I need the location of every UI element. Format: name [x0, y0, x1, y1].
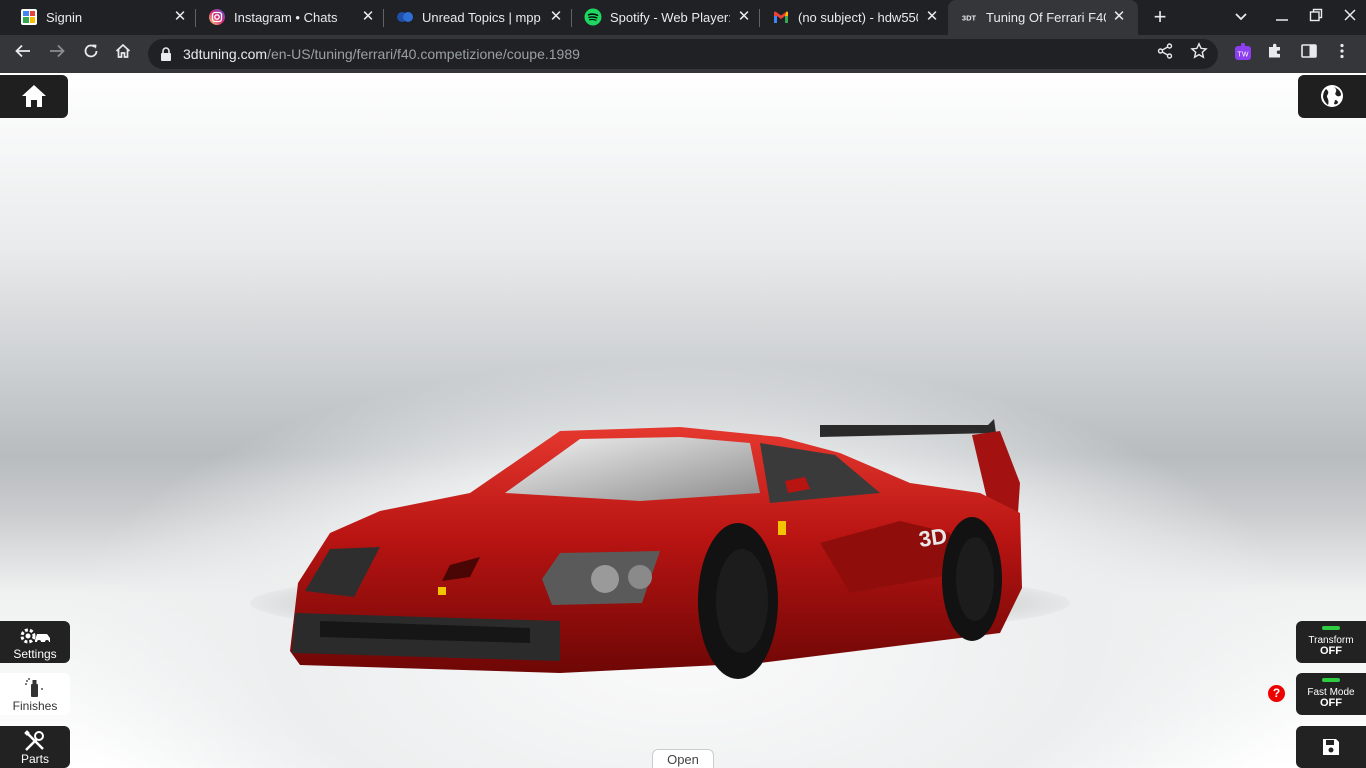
tuning-viewport[interactable]: 3D Settings Finishes Parts Transform OFF… [0, 73, 1366, 768]
new-tab-icon[interactable]: + [1148, 6, 1172, 28]
minimize-icon[interactable] [1270, 6, 1294, 28]
spray-paint-icon [25, 678, 43, 697]
help-badge[interactable]: ? [1268, 685, 1285, 702]
close-tab-icon[interactable]: ✕ [923, 8, 941, 26]
forward-arrow-icon[interactable] [45, 42, 69, 66]
tab-title: Tuning Of Ferrari F40 [986, 10, 1106, 25]
more-menu-icon[interactable] [1330, 42, 1354, 66]
home-icon [22, 85, 46, 107]
close-window-icon[interactable] [1338, 6, 1362, 28]
ferrari-f40-car-model[interactable]: 3D [260, 343, 1040, 703]
tab-instagram[interactable]: Instagram • Chats ✕ [196, 0, 384, 35]
home-button[interactable] [0, 75, 68, 118]
bb-forum-icon [397, 12, 413, 22]
tab-strip: Signin ✕ Instagram • Chats ✕ Unread Topi… [0, 0, 1366, 35]
tab-gmail[interactable]: (no subject) - hdw550 ✕ [760, 0, 948, 35]
open-panel-button[interactable]: Open [652, 749, 714, 768]
close-tab-icon[interactable]: ✕ [359, 8, 377, 26]
3dtuning-icon: 3DT [962, 14, 977, 23]
parts-button[interactable]: Parts [0, 726, 70, 768]
tab-unread-topics[interactable]: Unread Topics | mpp. ✕ [384, 0, 572, 35]
globe-icon [1321, 85, 1343, 107]
url-path: /en-US/tuning/ferrari/f40.competizione/c… [267, 46, 580, 62]
extensions-puzzle-icon[interactable] [1263, 42, 1287, 66]
share-icon[interactable] [1153, 42, 1177, 66]
transform-state: OFF [1320, 645, 1342, 657]
spotify-icon [584, 8, 602, 26]
close-tab-icon[interactable]: ✕ [547, 8, 565, 26]
home-icon[interactable] [111, 42, 135, 66]
instagram-icon [209, 9, 225, 25]
finishes-button[interactable]: Finishes [0, 673, 70, 715]
photos-icon [21, 9, 37, 25]
tab-3dtuning-active[interactable]: 3DT Tuning Of Ferrari F40 ✕ [948, 0, 1138, 35]
fast-mode-state: OFF [1320, 697, 1342, 709]
back-arrow-icon[interactable] [11, 42, 35, 66]
tab-title: Instagram • Chats [234, 10, 338, 25]
language-button[interactable] [1298, 75, 1366, 118]
svg-text:TW: TW [1238, 52, 1249, 59]
url-text: 3dtuning.com/en-US/tuning/ferrari/f40.co… [183, 46, 580, 62]
tab-signin[interactable]: Signin ✕ [8, 0, 196, 35]
settings-label: Settings [13, 647, 57, 661]
save-button[interactable] [1296, 726, 1366, 768]
reload-icon[interactable] [79, 42, 103, 66]
side-panel-icon[interactable] [1297, 42, 1321, 66]
close-tab-icon[interactable]: ✕ [1110, 8, 1128, 26]
svg-text:3D: 3D [917, 523, 948, 552]
finishes-label: Finishes [12, 699, 58, 713]
tab-search-chevron-down-icon[interactable] [1229, 6, 1253, 28]
svg-text:3DT: 3DT [962, 14, 977, 23]
transform-toggle[interactable]: Transform OFF [1296, 621, 1366, 663]
tab-title: Signin [46, 10, 83, 25]
tab-title: (no subject) - hdw550 [798, 10, 918, 25]
settings-car-gear-icon [20, 628, 50, 644]
bookmark-star-icon[interactable] [1187, 42, 1211, 66]
wrench-screwdriver-icon [24, 730, 44, 751]
close-tab-icon[interactable]: ✕ [171, 8, 189, 26]
url-domain: 3dtuning.com [183, 46, 268, 62]
restore-window-icon[interactable] [1304, 6, 1328, 28]
address-bar[interactable]: 3dtuning.com/en-US/tuning/ferrari/f40.co… [148, 39, 1218, 69]
lock-icon [161, 47, 171, 61]
close-tab-icon[interactable]: ✕ [735, 8, 753, 26]
tab-spotify[interactable]: Spotify - Web Player: I ✕ [572, 0, 760, 35]
tab-title: Unread Topics | mpp. [422, 10, 542, 25]
browser-toolbar: 3dtuning.com/en-US/tuning/ferrari/f40.co… [0, 35, 1366, 73]
toggle-indicator [1322, 626, 1340, 630]
toggle-indicator [1322, 678, 1340, 682]
tab-title: Spotify - Web Player: I [610, 10, 730, 25]
extension-puzzle-purple-icon[interactable]: TW [1231, 42, 1255, 66]
settings-button[interactable]: Settings [0, 621, 70, 663]
gmail-icon [774, 11, 788, 23]
parts-label: Parts [20, 752, 49, 766]
save-floppy-icon [1323, 739, 1339, 755]
fast-mode-toggle[interactable]: Fast Mode OFF [1296, 673, 1366, 715]
